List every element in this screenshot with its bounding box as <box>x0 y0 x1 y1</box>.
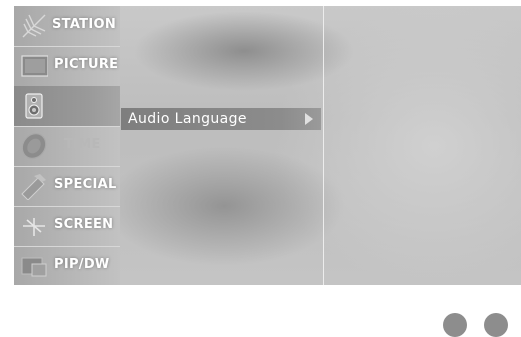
menu-item-screen[interactable]: SCREEN <box>14 206 120 247</box>
pip-icon <box>21 257 47 277</box>
submenu-item-label: Audio Language <box>128 111 247 127</box>
menu-item-label: PICTURE <box>54 57 119 72</box>
menu-item-picture[interactable]: PICTURE <box>14 46 120 87</box>
menu-item-label: STATION <box>52 17 117 32</box>
screen-icon <box>23 218 45 236</box>
indicator-dot-left <box>443 313 467 337</box>
menu-item-pip-dw[interactable]: PIP/DW <box>14 246 120 285</box>
column-divider <box>323 6 324 285</box>
submenu-item-audio-language[interactable]: Audio Language <box>121 108 321 130</box>
clock-icon <box>21 133 47 159</box>
menu-item-station[interactable]: STATION <box>14 6 120 47</box>
antenna-icon <box>22 14 46 38</box>
menu-item-sound[interactable] <box>14 86 120 127</box>
menu-item-time[interactable]: TIME <box>14 126 120 167</box>
menu-item-label: SCREEN <box>54 217 114 232</box>
tv-osd-screen: STATION PICTURE TIME SPECIAL SCREEN PIP/… <box>14 6 521 285</box>
osd-main-menu: STATION PICTURE TIME SPECIAL SCREEN PIP/… <box>14 6 120 285</box>
menu-item-special[interactable]: SPECIAL <box>14 166 120 207</box>
indicator-dot-right <box>484 313 508 337</box>
menu-item-label: TIME <box>64 137 101 152</box>
special-icon <box>21 174 46 200</box>
picture-icon <box>21 55 48 77</box>
menu-item-label: PIP/DW <box>54 257 110 272</box>
speaker-icon <box>25 93 43 119</box>
right-arrow-icon <box>305 113 313 125</box>
menu-item-label: SPECIAL <box>54 177 117 192</box>
